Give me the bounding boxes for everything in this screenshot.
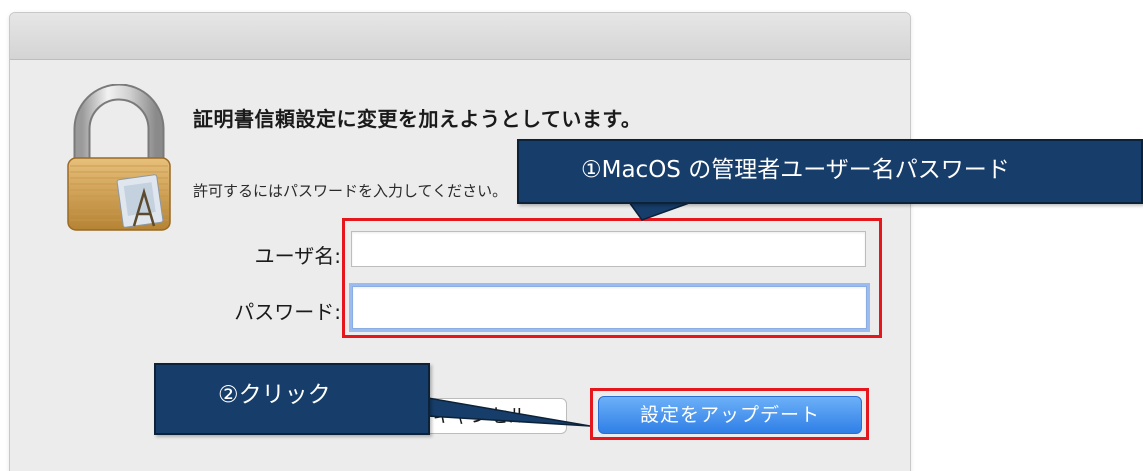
screenshot-stage: 証明書信頼設定に変更を加えようとしています。 許可するにはパスワードを入力してく… bbox=[0, 0, 1143, 471]
callout-1-pointer bbox=[627, 201, 693, 221]
callout-click: ②クリック bbox=[154, 363, 430, 435]
callout-credentials: ①MacOS の管理者ユーザー名パスワード bbox=[517, 139, 1143, 204]
callout-2-pointer bbox=[427, 397, 591, 427]
